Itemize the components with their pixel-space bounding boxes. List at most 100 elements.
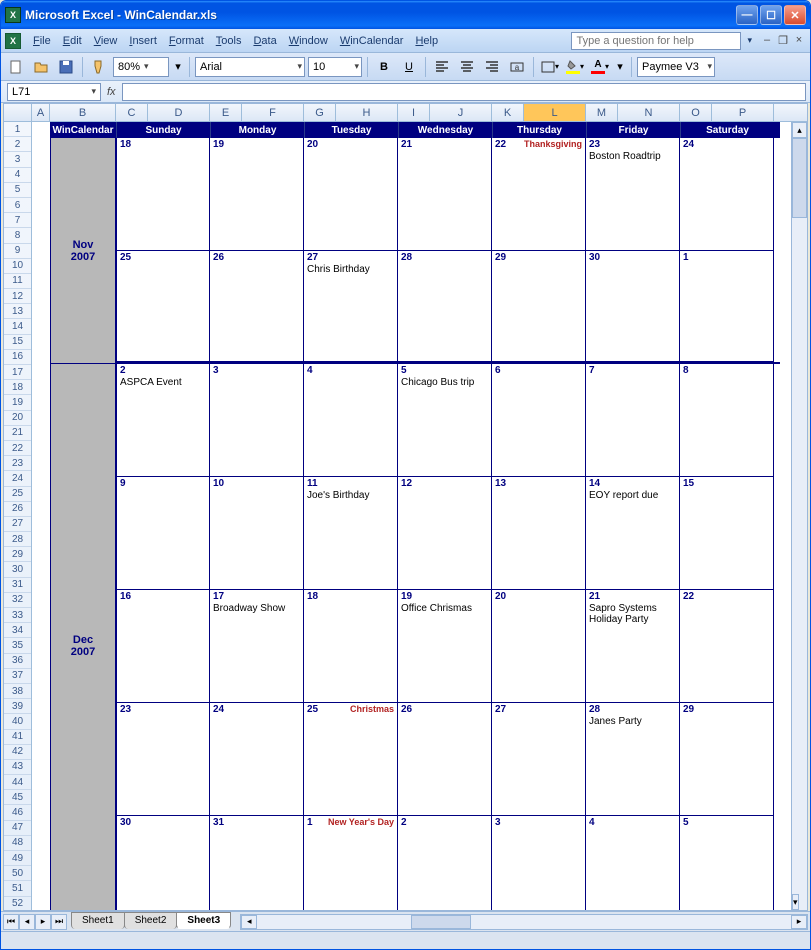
- col-header-H[interactable]: H: [336, 104, 398, 121]
- scroll-up-button[interactable]: ▴: [792, 122, 807, 138]
- col-header-O[interactable]: O: [680, 104, 712, 121]
- col-header-M[interactable]: M: [586, 104, 618, 121]
- calendar-cell[interactable]: 5: [680, 816, 774, 910]
- col-header-G[interactable]: G: [304, 104, 336, 121]
- calendar-cell[interactable]: 22: [680, 590, 774, 703]
- toolbar-options-1[interactable]: ▾: [172, 56, 184, 78]
- help-search[interactable]: [571, 32, 741, 50]
- calendar-cell[interactable]: 15: [680, 477, 774, 590]
- row-header-23[interactable]: 23: [4, 456, 31, 471]
- help-input[interactable]: [571, 32, 741, 50]
- calendar-cell[interactable]: 29: [492, 251, 586, 362]
- col-header-F[interactable]: F: [242, 104, 304, 121]
- menu-data[interactable]: Data: [247, 33, 282, 49]
- scroll-right-button[interactable]: ▸: [791, 915, 807, 929]
- row-header-27[interactable]: 27: [4, 517, 31, 532]
- row-header-28[interactable]: 28: [4, 532, 31, 547]
- addon-combo[interactable]: Paymee V3▾: [637, 57, 715, 77]
- calendar-cell[interactable]: 11Joe's Birthday: [304, 477, 398, 590]
- row-header-8[interactable]: 8: [4, 228, 31, 243]
- calendar-cell[interactable]: 6: [492, 364, 586, 477]
- row-header-34[interactable]: 34: [4, 623, 31, 638]
- col-header-J[interactable]: J: [430, 104, 492, 121]
- col-header-N[interactable]: N: [618, 104, 680, 121]
- col-header-C[interactable]: C: [116, 104, 148, 121]
- menu-window[interactable]: Window: [283, 33, 334, 49]
- row-header-35[interactable]: 35: [4, 638, 31, 653]
- merge-center-button[interactable]: a: [506, 56, 528, 78]
- calendar-cell[interactable]: 18: [304, 590, 398, 703]
- calendar-cell[interactable]: 27Chris Birthday: [304, 251, 398, 362]
- horizontal-scrollbar[interactable]: ◂ ▸: [240, 914, 808, 930]
- calendar-cell[interactable]: 24: [210, 703, 304, 816]
- menu-help[interactable]: Help: [409, 33, 444, 49]
- calendar-cell[interactable]: 30: [586, 251, 680, 362]
- row-header-50[interactable]: 50: [4, 866, 31, 881]
- tab-nav-prev[interactable]: ◂: [19, 914, 35, 930]
- grid-cells[interactable]: WinCalendar SundayMondayTuesdayWednesday…: [32, 122, 807, 910]
- calendar-cell[interactable]: 12: [398, 477, 492, 590]
- calendar-cell[interactable]: 22Thanksgiving: [492, 138, 586, 251]
- row-header-47[interactable]: 47: [4, 821, 31, 836]
- calendar-cell[interactable]: 3: [210, 364, 304, 477]
- fill-color-button[interactable]: ▾: [564, 56, 586, 78]
- calendar-cell[interactable]: 20: [304, 138, 398, 251]
- font-size-combo[interactable]: 10▾: [308, 57, 362, 77]
- row-header-32[interactable]: 32: [4, 593, 31, 608]
- row-header-15[interactable]: 15: [4, 335, 31, 350]
- row-header-48[interactable]: 48: [4, 836, 31, 851]
- calendar-cell[interactable]: 21: [398, 138, 492, 251]
- menu-insert[interactable]: Insert: [123, 33, 163, 49]
- row-header-11[interactable]: 11: [4, 274, 31, 289]
- row-header-42[interactable]: 42: [4, 745, 31, 760]
- row-header-25[interactable]: 25: [4, 487, 31, 502]
- calendar-cell[interactable]: 28: [398, 251, 492, 362]
- menu-file[interactable]: File: [27, 33, 57, 49]
- hscroll-thumb[interactable]: [411, 915, 471, 929]
- open-button[interactable]: [30, 56, 52, 78]
- calendar-cell[interactable]: 21Sapro Systems Holiday Party: [586, 590, 680, 703]
- row-header-26[interactable]: 26: [4, 502, 31, 517]
- row-header-37[interactable]: 37: [4, 669, 31, 684]
- col-header-L[interactable]: L: [524, 104, 586, 121]
- row-header-10[interactable]: 10: [4, 259, 31, 274]
- row-header-7[interactable]: 7: [4, 213, 31, 228]
- calendar-cell[interactable]: 2: [398, 816, 492, 910]
- fx-icon[interactable]: fx: [107, 86, 116, 98]
- col-header-P[interactable]: P: [712, 104, 774, 121]
- calendar-cell[interactable]: 13: [492, 477, 586, 590]
- bold-button[interactable]: B: [373, 56, 395, 78]
- col-header-E[interactable]: E: [210, 104, 242, 121]
- calendar-cell[interactable]: 7: [586, 364, 680, 477]
- calendar-cell[interactable]: 23: [116, 703, 210, 816]
- sheet-tab-sheet2[interactable]: Sheet2: [124, 912, 178, 929]
- row-header-6[interactable]: 6: [4, 198, 31, 213]
- col-header-A[interactable]: A: [32, 104, 50, 121]
- format-painter-button[interactable]: [88, 56, 110, 78]
- scroll-left-button[interactable]: ◂: [241, 915, 257, 929]
- calendar-cell[interactable]: 25Christmas: [304, 703, 398, 816]
- row-header-2[interactable]: 2: [4, 137, 31, 152]
- row-header-13[interactable]: 13: [4, 304, 31, 319]
- row-header-45[interactable]: 45: [4, 790, 31, 805]
- titlebar[interactable]: X Microsoft Excel - WinCalendar.xls — ☐ …: [1, 1, 810, 29]
- calendar-cell[interactable]: 1: [680, 251, 774, 362]
- calendar-cell[interactable]: 8: [680, 364, 774, 477]
- calendar-cell[interactable]: 19Office Chrismas: [398, 590, 492, 703]
- calendar-cell[interactable]: 16: [116, 590, 210, 703]
- row-header-52[interactable]: 52: [4, 897, 31, 910]
- calendar-cell[interactable]: 1New Year's Day: [304, 816, 398, 910]
- select-all-corner[interactable]: [4, 104, 32, 121]
- row-header-18[interactable]: 18: [4, 380, 31, 395]
- calendar-cell[interactable]: 29: [680, 703, 774, 816]
- row-header-38[interactable]: 38: [4, 684, 31, 699]
- calendar-cell[interactable]: 28Janes Party: [586, 703, 680, 816]
- row-header-1[interactable]: 1: [4, 122, 31, 137]
- row-header-46[interactable]: 46: [4, 805, 31, 820]
- row-header-44[interactable]: 44: [4, 775, 31, 790]
- calendar-cell[interactable]: 26: [398, 703, 492, 816]
- row-header-41[interactable]: 41: [4, 730, 31, 745]
- row-header-17[interactable]: 17: [4, 365, 31, 380]
- row-header-5[interactable]: 5: [4, 183, 31, 198]
- formula-input[interactable]: [122, 83, 806, 101]
